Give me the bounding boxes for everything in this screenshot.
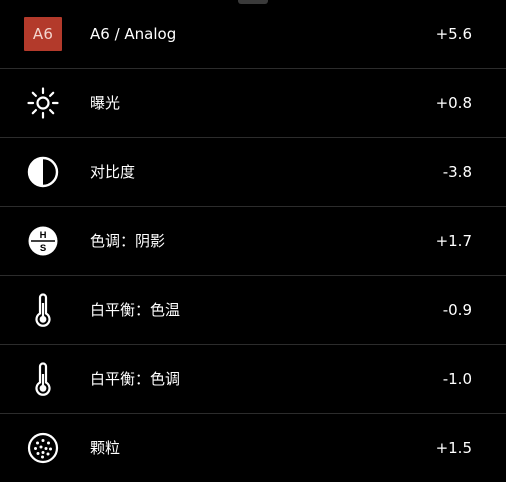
shadow-glyph: S xyxy=(40,243,46,254)
adjustment-row-contrast[interactable]: 对比度 -3.8 xyxy=(0,138,506,207)
adjustment-value: -3.8 xyxy=(442,163,472,181)
adjustment-label: 白平衡：色温 xyxy=(90,301,181,319)
adjustment-list: A6 A6 / Analog +5.6 曝光 +0.8 对比度 -3.8 H S… xyxy=(0,0,506,482)
contrast-icon xyxy=(24,153,62,191)
adjustment-label: 颗粒 xyxy=(90,439,121,457)
film-filter-badge-icon: A6 xyxy=(24,15,62,53)
adjustment-label: 对比度 xyxy=(90,163,136,181)
adjustment-value: +5.6 xyxy=(435,25,472,43)
adjustment-row-tone-shadows[interactable]: H S 色调：阴影 +1.7 xyxy=(0,207,506,276)
adjustment-label: 色调：阴影 xyxy=(90,232,166,250)
adjustment-row-filter[interactable]: A6 A6 / Analog +5.6 xyxy=(0,0,506,69)
adjustment-value: +0.8 xyxy=(435,94,472,112)
filter-badge: A6 xyxy=(24,17,62,51)
adjustment-row-wb-temperature[interactable]: 白平衡：色温 -0.9 xyxy=(0,276,506,345)
adjustment-value: -1.0 xyxy=(442,370,472,388)
adjustment-label: 白平衡：色调 xyxy=(90,370,181,388)
adjustment-row-exposure[interactable]: 曝光 +0.8 xyxy=(0,69,506,138)
thermometer-icon xyxy=(24,291,62,329)
highlight-glyph: H xyxy=(40,230,47,241)
highlight-shadow-icon: H S xyxy=(24,222,62,260)
adjustment-label: A6 / Analog xyxy=(90,25,177,43)
grain-icon xyxy=(24,429,62,467)
adjustment-value: +1.5 xyxy=(435,439,472,457)
adjustment-value: -0.9 xyxy=(442,301,472,319)
adjustment-row-grain[interactable]: 颗粒 +1.5 xyxy=(0,414,506,482)
adjustment-value: +1.7 xyxy=(435,232,472,250)
sun-icon xyxy=(24,84,62,122)
thermometer-icon xyxy=(24,360,62,398)
adjustment-row-wb-tint[interactable]: 白平衡：色调 -1.0 xyxy=(0,345,506,414)
adjustment-label: 曝光 xyxy=(90,94,121,112)
